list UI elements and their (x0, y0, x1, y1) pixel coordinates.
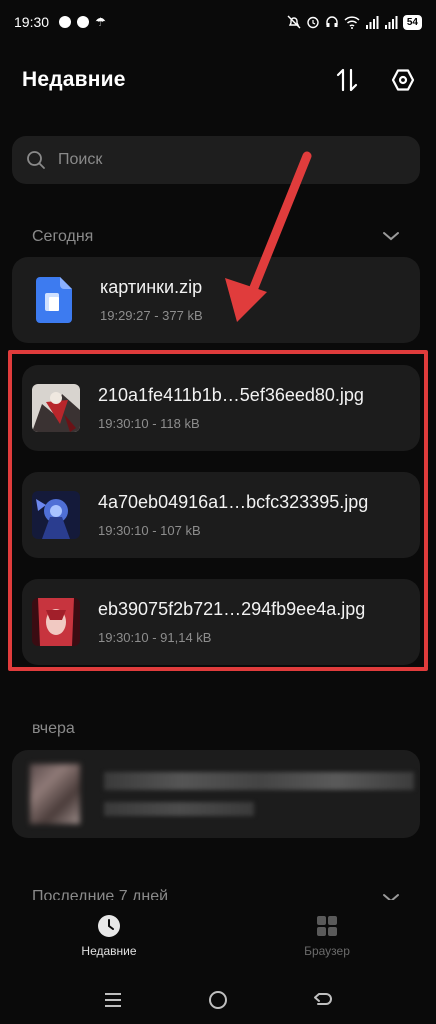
file-meta: 19:30:10 - 91,14 kB (98, 630, 212, 645)
alarm-icon (307, 16, 319, 29)
grid-icon (317, 916, 337, 936)
blurred-file-item[interactable] (12, 750, 420, 838)
annotation-arrow (225, 151, 312, 322)
home-button[interactable] (203, 985, 233, 1015)
home-circle-icon (208, 991, 227, 1009)
umbrella-icon: ☂ (95, 15, 106, 29)
zip-file-icon (32, 276, 76, 324)
sort-button[interactable] (334, 67, 360, 93)
sort-arrows-icon (336, 68, 358, 92)
nav-label-browser: Браузер (304, 944, 350, 958)
file-name: 4a70eb04916a1…bcfc323395.jpg (98, 492, 369, 512)
file-meta: 19:30:10 - 118 kB (98, 416, 200, 431)
wifi-icon (344, 15, 360, 29)
menu-icon (104, 993, 121, 1007)
nav-label-recent: Недавние (81, 944, 137, 958)
image-thumbnail (32, 598, 80, 646)
bottom-nav: Недавние Браузер (0, 900, 436, 976)
search-icon (27, 151, 45, 169)
vk-icon (59, 16, 72, 28)
file-item-image[interactable]: 210a1fe411b1b…5ef36eed80.jpg 19:30:10 - … (22, 365, 420, 451)
status-time: 19:30 (14, 14, 50, 30)
settings-button[interactable] (390, 67, 416, 93)
file-meta: 19:29:27 - 377 kB (100, 308, 203, 323)
file-item-image[interactable]: 4a70eb04916a1…bcfc323395.jpg 19:30:10 - … (22, 472, 420, 558)
blurred-file-name (104, 772, 414, 790)
system-nav-bar (0, 976, 436, 1024)
back-icon (314, 993, 333, 1005)
search-placeholder: Поиск (58, 151, 103, 168)
image-thumbnail (32, 384, 80, 432)
file-meta: 19:30:10 - 107 kB (98, 523, 201, 538)
section-title-today: Сегодня (32, 228, 94, 245)
status-bar: 19:30 ☂ 54 (0, 0, 436, 44)
headset-icon (326, 16, 338, 27)
file-name: картинки.zip (100, 277, 203, 297)
signal-icon (365, 15, 379, 29)
pinterest-icon (77, 16, 90, 28)
clock-icon (98, 915, 120, 937)
mute-bell-icon (287, 15, 301, 29)
file-item-image[interactable]: eb39075f2b721…294fb9ee4a.jpg 19:30:10 - … (22, 579, 420, 665)
back-button[interactable] (308, 985, 338, 1015)
image-thumbnail (32, 491, 80, 539)
battery-indicator: 54 (402, 14, 422, 30)
section-title-yesterday: вчера (32, 720, 75, 737)
signal-icon-2 (384, 15, 398, 29)
nav-tab-browser[interactable]: Браузер (218, 900, 436, 976)
blurred-file-meta (104, 802, 254, 816)
file-name: eb39075f2b721…294fb9ee4a.jpg (98, 599, 366, 619)
settings-hexagon-icon (391, 69, 415, 91)
file-name: 210a1fe411b1b…5ef36eed80.jpg (98, 385, 364, 405)
app-header: Недавние (22, 62, 416, 98)
menu-button[interactable] (98, 985, 128, 1015)
nav-tab-recent[interactable]: Недавние (0, 900, 218, 976)
chevron-down-icon[interactable] (382, 230, 400, 242)
page-title: Недавние (22, 68, 126, 91)
blurred-thumbnail (30, 764, 80, 824)
